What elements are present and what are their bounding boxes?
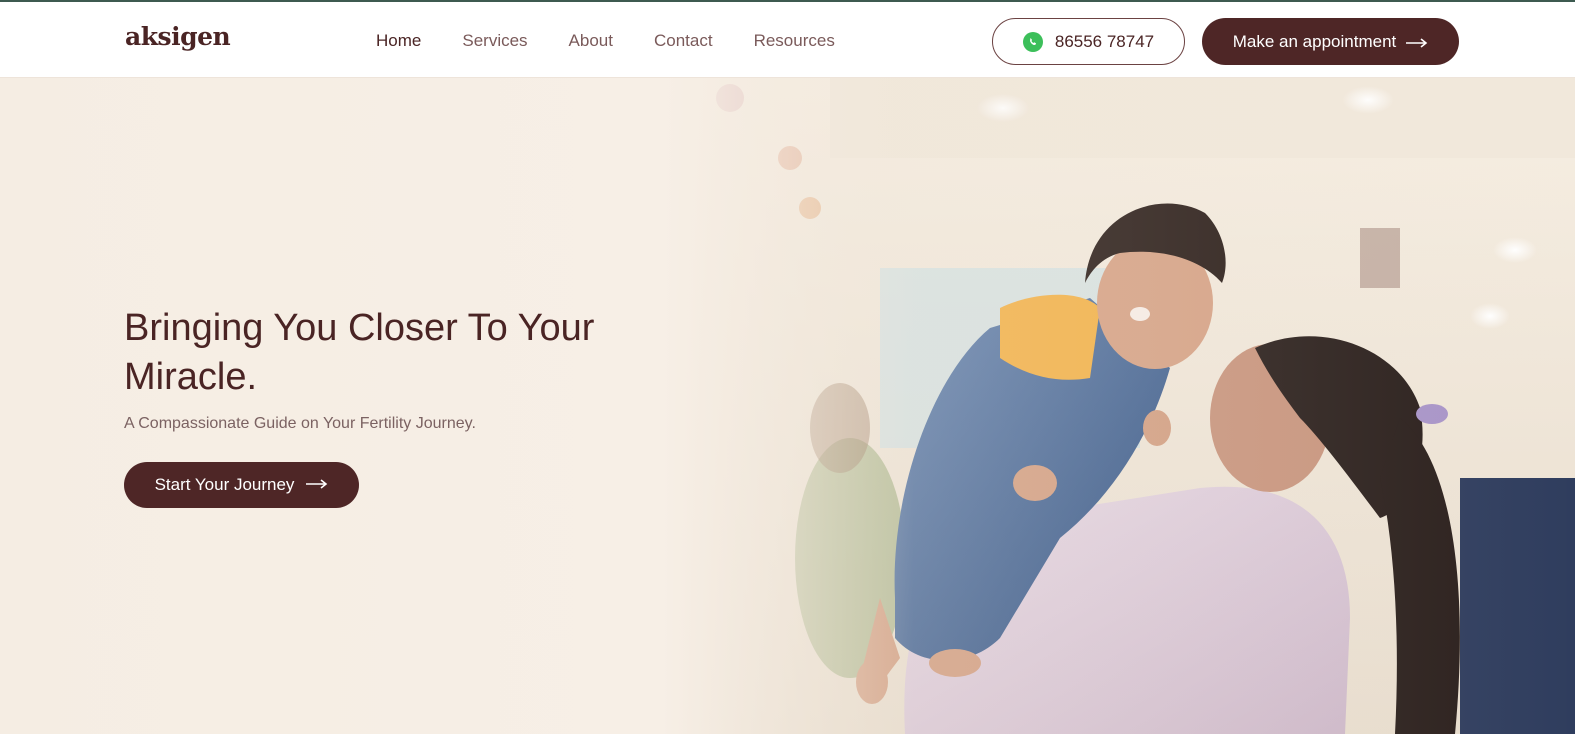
start-journey-button[interactable]: Start Your Journey [124, 462, 359, 508]
arrow-right-icon [306, 476, 328, 494]
hero-section: Bringing You Closer To Your Miracle. A C… [0, 78, 1575, 734]
hero-title: Bringing You Closer To Your Miracle. [124, 307, 595, 398]
whatsapp-phone-button[interactable]: 86556 78747 [992, 18, 1185, 65]
make-appointment-button[interactable]: Make an appointment [1202, 18, 1459, 65]
arrow-right-icon [1406, 32, 1428, 52]
main-nav: Home Services About Contact Resources [376, 31, 876, 51]
mother-lifting-baby-photo [0, 78, 1575, 734]
nav-link-contact[interactable]: Contact [654, 31, 713, 51]
phone-number: 86556 78747 [1054, 31, 1155, 51]
top-navbar: aksigen Home Services About Contact Reso… [0, 0, 1575, 78]
nav-link-about[interactable]: About [569, 31, 613, 51]
hero-subtitle: A Compassionate Guide on Your Fertility … [124, 415, 476, 432]
nav-link-resources[interactable]: Resources [754, 31, 835, 51]
start-journey-label: Start Your Journey [154, 475, 295, 494]
brand-logo[interactable]: aksigen [125, 22, 231, 51]
nav-link-home[interactable]: Home [376, 31, 421, 51]
nav-link-services[interactable]: Services [462, 31, 527, 51]
whatsapp-icon [1022, 31, 1043, 52]
make-appointment-label: Make an appointment [1232, 31, 1397, 51]
